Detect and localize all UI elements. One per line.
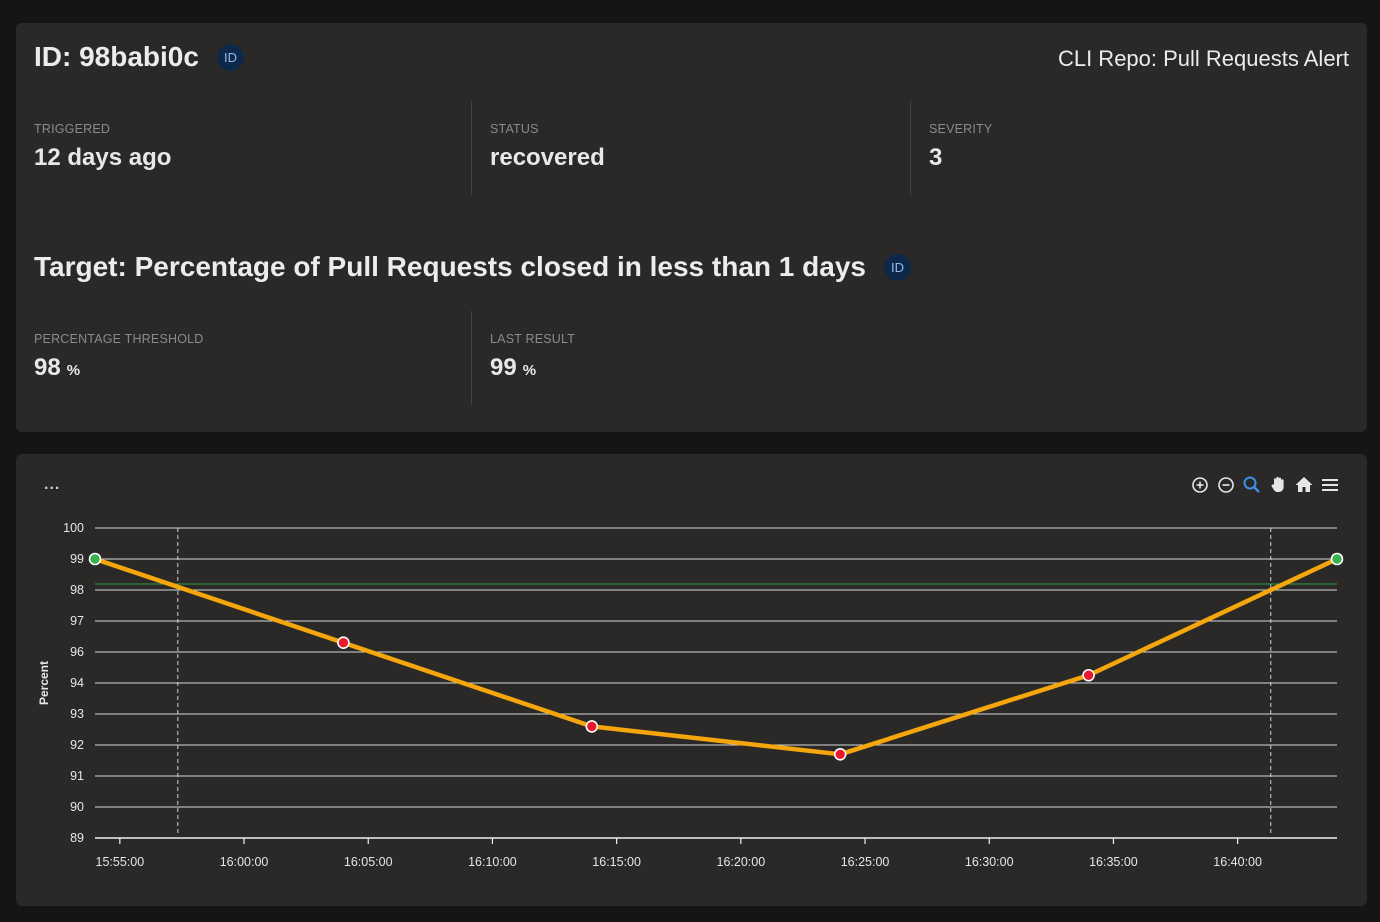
x-tick-label: 16:15:00 xyxy=(592,855,641,869)
threshold-label: PERCENTAGE THRESHOLD xyxy=(34,332,204,346)
y-tick-label: 100 xyxy=(63,521,84,535)
series-line xyxy=(92,556,1340,757)
status-label: STATUS xyxy=(490,122,539,136)
target-stats-row: PERCENTAGE THRESHOLD 98% LAST RESULT 99% xyxy=(16,311,910,405)
y-tick-label: 89 xyxy=(70,831,84,845)
data-point xyxy=(88,552,102,566)
severity-stat: SEVERITY 3 xyxy=(910,101,1210,195)
alert-name: CLI Repo: Pull Requests Alert xyxy=(1057,46,1349,71)
triggered-stat: TRIGGERED 12 days ago xyxy=(16,101,471,195)
y-tick-label: 93 xyxy=(70,707,84,721)
y-tick-label: 96 xyxy=(70,645,84,659)
data-point xyxy=(585,720,599,733)
id-badge[interactable]: ID xyxy=(216,43,244,71)
alert-id-text: ID: 98babi0c xyxy=(34,41,199,72)
y-tick-label: 98 xyxy=(70,583,84,597)
data-point xyxy=(337,636,350,649)
x-tick-label: 15:55:00 xyxy=(96,855,145,869)
severity-label: SEVERITY xyxy=(929,122,993,136)
threshold-unit: % xyxy=(66,362,81,379)
x-tick-label: 16:35:00 xyxy=(1089,855,1138,869)
x-tick-label: 16:10:00 xyxy=(468,855,517,869)
line-chart[interactable]: 100 99 98 97 96 94 93 92 91 90 89 Percent 15:55:00 16… xyxy=(16,454,1367,906)
last-result-value-wrap: 99% xyxy=(490,354,910,382)
x-tick-label: 16:30:00 xyxy=(965,855,1014,869)
x-tick-label: 16:20:00 xyxy=(717,855,766,869)
y-tick-label: 92 xyxy=(70,738,84,752)
y-axis-title: Percent xyxy=(37,661,51,705)
data-point xyxy=(1330,552,1344,566)
target-title: Target: Percentage of Pull Requests clos… xyxy=(34,251,866,282)
last-result-stat: LAST RESULT 99% xyxy=(471,311,910,405)
y-tick-label: 97 xyxy=(70,614,84,628)
x-tick-label: 16:00:00 xyxy=(220,855,269,869)
alert-stats-row: TRIGGERED 12 days ago STATUS recovered S… xyxy=(16,101,1210,195)
threshold-stat: PERCENTAGE THRESHOLD 98% xyxy=(16,311,471,405)
target-heading: Target: Percentage of Pull Requests clos… xyxy=(34,251,911,283)
alert-summary-card: ID: 98babi0c ID CLI Repo: Pull Requests … xyxy=(16,23,1367,432)
chart-card: ... 100 99 98 97 96 94 93 92 91 90 89 Percent 15:55:… xyxy=(16,454,1367,906)
last-result-value: 99 xyxy=(490,354,517,381)
data-point xyxy=(1082,668,1095,682)
triggered-label: TRIGGERED xyxy=(34,122,111,136)
severity-value: 3 xyxy=(929,144,943,171)
last-result-unit: % xyxy=(522,362,537,379)
alert-id-heading: ID: 98babi0c ID xyxy=(34,41,244,73)
x-tick-label: 16:25:00 xyxy=(841,855,890,869)
x-tick-label: 16:40:00 xyxy=(1213,855,1262,869)
triggered-value: 12 days ago xyxy=(34,144,172,171)
last-result-label: LAST RESULT xyxy=(490,332,576,346)
threshold-value: 98 xyxy=(34,354,61,381)
x-tick-label: 16:05:00 xyxy=(344,855,393,869)
y-tick-label: 99 xyxy=(70,552,84,566)
y-tick-label: 94 xyxy=(70,676,84,690)
status-value: recovered xyxy=(490,144,605,171)
status-stat: STATUS recovered xyxy=(471,101,910,195)
y-tick-label: 91 xyxy=(70,769,84,783)
threshold-value-wrap: 98% xyxy=(34,354,471,382)
target-id-badge[interactable]: ID xyxy=(883,253,911,281)
y-tick-label: 90 xyxy=(70,800,84,814)
data-point xyxy=(833,747,847,761)
